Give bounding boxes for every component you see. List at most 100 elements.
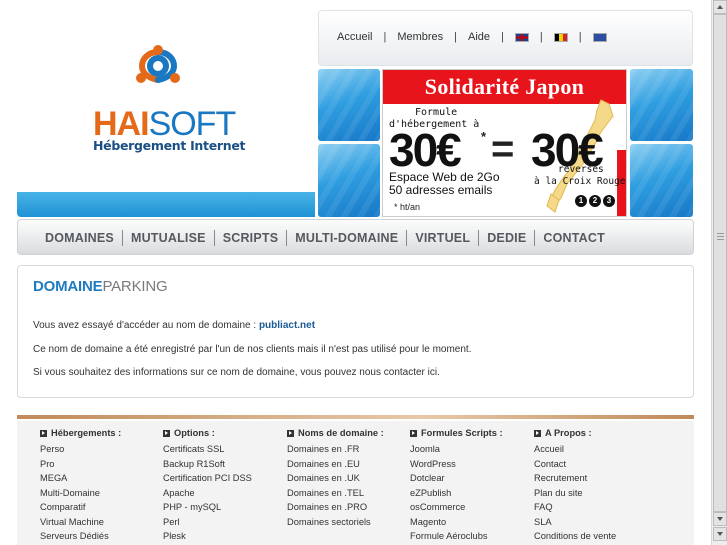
scroll-up-arrow-icon[interactable]: [713, 0, 727, 14]
footer-link[interactable]: Domaines en .TEL: [287, 486, 384, 501]
footer-link[interactable]: Certificats SSL: [163, 442, 252, 457]
content-paragraph-3: Si vous souhaitez des informations sur c…: [33, 367, 440, 378]
bullet-arrow-icon: [410, 429, 417, 437]
bullet-arrow-icon: [40, 429, 47, 437]
page: HAISOFT Hébergement Internet Accueil | M…: [0, 0, 711, 545]
banner-pager: 1 2 3: [575, 195, 615, 207]
footer-link[interactable]: Joomla: [410, 442, 503, 457]
footer-link[interactable]: Domaines en .EU: [287, 457, 384, 472]
banner-line1: Formule: [415, 107, 458, 118]
main-nav-multi-domaine[interactable]: MULTI-DOMAINE: [287, 230, 408, 246]
main-nav-dedie[interactable]: DEDIE: [479, 230, 536, 246]
footer-col-title: Hébergements :: [51, 428, 122, 438]
footer: Hébergements : Perso Pro MEGA Multi-Doma…: [17, 421, 694, 545]
footer-link[interactable]: Magento: [410, 515, 503, 530]
footer-link[interactable]: Domaines sectoriels: [287, 515, 384, 530]
footer-link[interactable]: Perl: [163, 515, 252, 530]
footer-link[interactable]: WordPress: [410, 457, 503, 472]
main-nav-mutualise[interactable]: MUTUALISE: [123, 230, 215, 246]
promo-banner[interactable]: Solidarité Japon Formule d'hébergement à…: [382, 69, 627, 217]
footer-link[interactable]: Formule Aéroclubs: [410, 529, 503, 544]
footer-link[interactable]: Domaines en .FR: [287, 442, 384, 457]
top-nav-aide[interactable]: Aide: [468, 31, 490, 43]
footer-col-title: A Propos :: [545, 428, 592, 438]
bullet-arrow-icon: [163, 429, 170, 437]
footer-link[interactable]: Plan du site: [534, 486, 616, 501]
main-nav-virtuel[interactable]: VIRTUEL: [407, 230, 480, 246]
footer-link[interactable]: Domaines en .UK: [287, 471, 384, 486]
footer-col-header: Formules Scripts :: [410, 428, 503, 438]
footer-link[interactable]: Domaines en .PRO: [287, 500, 384, 515]
footer-link[interactable]: Certification PCI DSS: [163, 471, 252, 486]
footer-col-title: Noms de domaine :: [298, 428, 384, 438]
top-nav: Accueil | Membres | Aide | | |: [318, 10, 693, 66]
logo-wordmark[interactable]: HAISOFT: [93, 107, 236, 141]
vertical-scrollbar[interactable]: [711, 0, 727, 545]
scroll-down-arrow-icon[interactable]: [713, 527, 727, 541]
footer-col-header: Noms de domaine :: [287, 428, 384, 438]
footer-link[interactable]: Comparatif: [40, 500, 121, 515]
banner-emails: 50 adresses emails: [389, 183, 493, 197]
belgium-flag-icon[interactable]: [553, 32, 568, 42]
footer-link[interactable]: Serveurs Dédiés: [40, 529, 121, 544]
main-nav-scripts[interactable]: SCRIPTS: [215, 230, 288, 246]
footer-link[interactable]: Backup R1Soft: [163, 457, 252, 472]
banner-star: *: [481, 129, 487, 144]
banner-pager-dot[interactable]: 3: [603, 195, 615, 207]
banner-pager-dot[interactable]: 1: [575, 195, 587, 207]
scroll-down-arrow-icon[interactable]: [713, 512, 727, 526]
top-nav-membres[interactable]: Membres: [397, 31, 443, 43]
footer-link[interactable]: Accueil: [534, 442, 616, 457]
decor-tile: [630, 144, 693, 217]
banner-pager-dot[interactable]: 2: [589, 195, 601, 207]
footer-link[interactable]: Dotclear: [410, 471, 503, 486]
uk-flag-icon[interactable]: [514, 32, 529, 42]
footer-link[interactable]: PHP - mySQL: [163, 500, 252, 515]
decor-tile: [318, 69, 380, 141]
footer-col-domaines: Noms de domaine : Domaines en .FR Domain…: [287, 428, 384, 529]
bullet-arrow-icon: [287, 429, 294, 437]
banner-croix-rouge: à la Croix Rouge: [534, 176, 626, 187]
footer-link[interactable]: Conditions de vente: [534, 529, 616, 544]
footer-link[interactable]: SLA: [534, 515, 616, 530]
decor-tile: [630, 69, 693, 141]
logo-tagline: Hébergement Internet: [93, 138, 246, 153]
footer-link[interactable]: Apache: [163, 486, 252, 501]
main-nav: DOMAINES MUTUALISE SCRIPTS MULTI-DOMAINE…: [17, 219, 694, 255]
footer-link[interactable]: Pro: [40, 457, 121, 472]
footer-link[interactable]: osCommerce: [410, 500, 503, 515]
footer-link[interactable]: Plesk: [163, 529, 252, 544]
footer-col-header: Hébergements :: [40, 428, 121, 438]
top-nav-accueil[interactable]: Accueil: [337, 31, 372, 43]
footer-col-apropos: A Propos : Accueil Contact Recrutement P…: [534, 428, 616, 544]
banner-price-left: 30€: [389, 124, 462, 176]
footer-link[interactable]: Recrutement: [534, 471, 616, 486]
banner-ht-note: * ht/an: [394, 202, 421, 212]
scrollbar-thumb[interactable]: [713, 14, 727, 512]
main-nav-domaines[interactable]: DOMAINES: [35, 230, 123, 246]
logo-propeller-icon[interactable]: [133, 44, 183, 114]
main-nav-contact[interactable]: CONTACT: [535, 230, 613, 246]
footer-link[interactable]: Perso: [40, 442, 121, 457]
footer-divider: [17, 415, 694, 419]
footer-link[interactable]: Contact: [534, 457, 616, 472]
top-nav-separator: |: [539, 31, 543, 43]
footer-link[interactable]: MEGA: [40, 471, 121, 486]
content-p1-text: Vous avez essayé d'accéder au nom de dom…: [33, 320, 259, 331]
footer-col-title: Formules Scripts :: [421, 428, 503, 438]
footer-link[interactable]: eZPublish: [410, 486, 503, 501]
footer-link[interactable]: Multi-Domaine: [40, 486, 121, 501]
parked-domain-name: publiact.net: [258, 320, 316, 331]
top-nav-separator: |: [578, 31, 582, 43]
page-title-light: PARKING: [102, 278, 168, 295]
scrollbar-grip-icon: [717, 233, 724, 241]
top-nav-separator: |: [501, 31, 504, 43]
top-nav-list: Accueil | Membres | Aide | | |: [337, 31, 607, 43]
eu-flag-icon[interactable]: [592, 32, 607, 42]
footer-col-hebergements: Hébergements : Perso Pro MEGA Multi-Doma…: [40, 428, 121, 544]
banner-reverses: reversés: [558, 164, 604, 175]
banner-equals: =: [491, 127, 515, 171]
footer-link[interactable]: Virtual Machine: [40, 515, 121, 530]
decor-tile: [318, 144, 380, 217]
footer-link[interactable]: FAQ: [534, 500, 616, 515]
